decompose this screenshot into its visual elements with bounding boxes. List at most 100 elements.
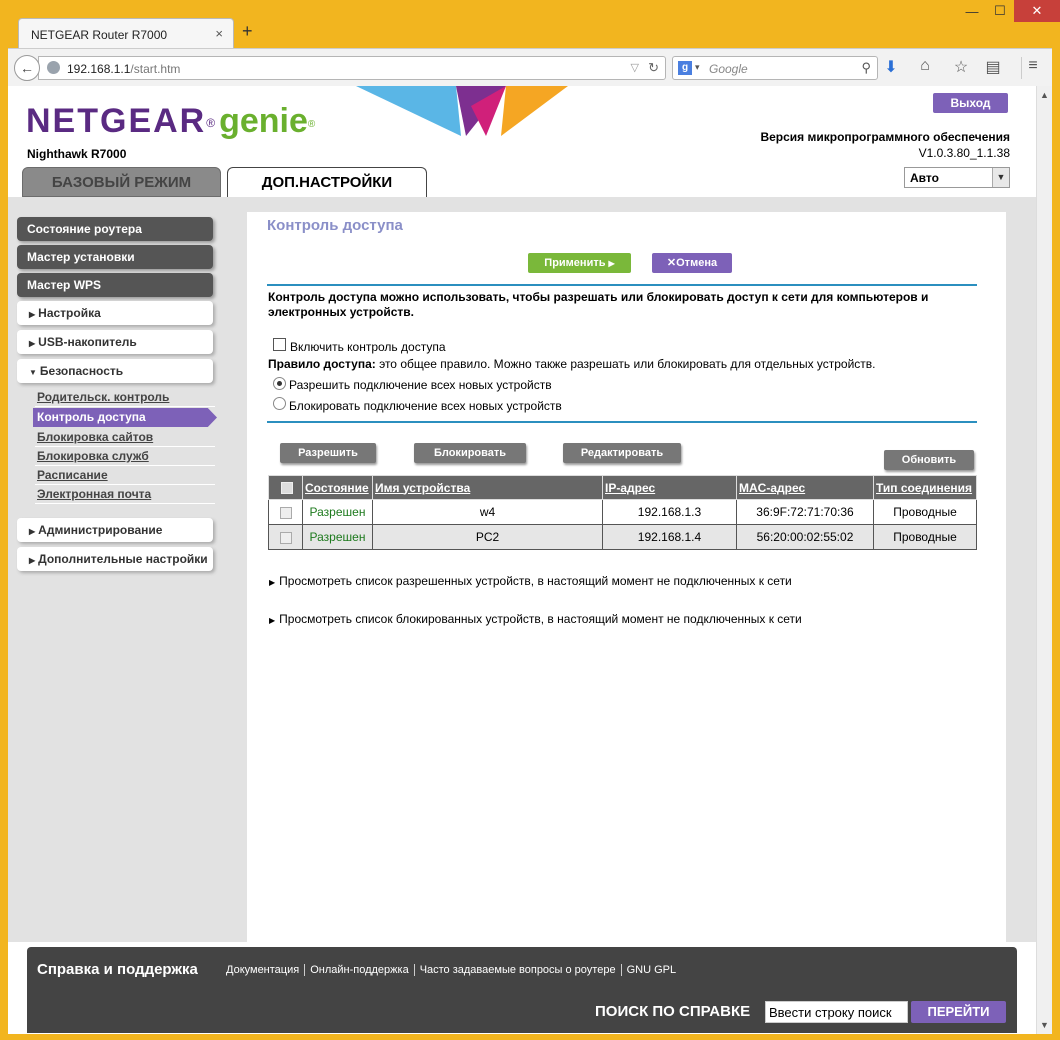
vertical-scrollbar[interactable]: ▲ ▼ xyxy=(1036,86,1052,1034)
access-rule-description: это общее правило. Можно также разрешать… xyxy=(375,357,876,371)
cell-status: Разрешен xyxy=(302,499,373,525)
bookmark-star-icon[interactable]: ☆ xyxy=(950,57,972,79)
reload-icon[interactable]: ↻ xyxy=(648,60,659,76)
close-icon: ✕ xyxy=(666,257,677,269)
table-header-row: Состояние Имя устройства IP-адрес MAC-ад… xyxy=(268,475,977,500)
apply-button[interactable]: Применить ▶ xyxy=(528,253,631,273)
language-select[interactable]: Авто ▼ xyxy=(904,167,1010,188)
footer-links: Документация Онлайн-поддержка Часто зада… xyxy=(221,964,681,976)
blocked-offline-devices-link[interactable]: ▶ Просмотреть список блокированных устрой… xyxy=(269,612,802,626)
sidebar-item-setup[interactable]: ▶ Настройка xyxy=(17,301,213,325)
logo-registered-mark: ® xyxy=(206,116,216,130)
row-checkbox-cell xyxy=(268,499,303,525)
sidebar-item-security[interactable]: ▼ Безопасность xyxy=(17,359,213,383)
sidebar-item-wps-wizard[interactable]: Мастер WPS xyxy=(17,273,213,297)
sidebar-subitem-block-sites[interactable]: Блокировка сайтов xyxy=(35,428,215,447)
cell-connection-type: Проводные xyxy=(873,524,977,550)
browser-tab[interactable]: NETGEAR Router R7000 × xyxy=(18,18,234,48)
tab-basic-mode[interactable]: БАЗОВЫЙ РЕЖИМ xyxy=(22,167,221,197)
row-checkbox[interactable] xyxy=(279,506,292,519)
magnifier-icon[interactable]: ⚲ xyxy=(861,60,871,76)
url-history-dropdown-icon[interactable]: ▽ xyxy=(631,61,639,74)
allowed-offline-devices-link[interactable]: ▶ Просмотреть список разрешенных устройст… xyxy=(269,574,792,588)
edit-button[interactable]: Редактировать xyxy=(563,443,681,463)
url-bar[interactable]: 192.168.1.1/start.htm ▽ ↻ xyxy=(38,56,666,80)
page-viewport: NETGEAR® genie® Nighthawk R7000 Выход Вер… xyxy=(8,86,1036,1034)
download-icon[interactable]: ⬇ xyxy=(880,57,902,79)
language-value: Авто xyxy=(910,171,939,185)
sidebar-subitem-schedule[interactable]: Расписание xyxy=(35,466,215,485)
footer-link-online-support[interactable]: Онлайн-поддержка xyxy=(305,964,415,976)
chevron-right-icon: ▶ xyxy=(269,578,276,587)
footer-link-documentation[interactable]: Документация xyxy=(221,964,306,976)
cell-device-name: w4 xyxy=(372,499,603,525)
footer-link-gpl[interactable]: GNU GPL xyxy=(622,964,682,976)
back-button[interactable]: ← xyxy=(14,55,40,81)
search-bar[interactable]: g ▾ Google ⚲ xyxy=(672,56,878,80)
sidebar-item-usb[interactable]: ▶ USB-накопитель xyxy=(17,330,213,354)
chevron-down-icon: ▼ xyxy=(29,368,37,377)
play-icon: ▶ xyxy=(608,259,615,268)
column-header-ip[interactable]: IP-адрес xyxy=(602,475,737,500)
block-button[interactable]: Блокировать xyxy=(414,443,526,463)
engine-dropdown-icon[interactable]: ▾ xyxy=(695,62,700,73)
blocked-offline-devices-label: Просмотреть список блокированных устройс… xyxy=(279,612,802,626)
cell-ip: 192.168.1.3 xyxy=(602,499,737,525)
scroll-down-icon[interactable]: ▼ xyxy=(1040,1020,1049,1030)
sidebar-subitem-access-control[interactable]: Контроль доступа xyxy=(33,408,217,427)
allow-new-devices-label: Разрешить подключение всех новых устройс… xyxy=(289,378,552,392)
row-checkbox[interactable] xyxy=(279,531,292,544)
refresh-button[interactable]: Обновить xyxy=(884,450,974,470)
allow-new-devices-radio[interactable] xyxy=(273,377,286,390)
column-header-device-name[interactable]: Имя устройства xyxy=(372,475,603,500)
cancel-button[interactable]: ✕Отмена xyxy=(652,253,732,273)
column-header-mac[interactable]: MAC-адрес xyxy=(736,475,874,500)
netgear-genie-logo: NETGEAR® genie® xyxy=(26,102,315,141)
logo-genie-mark: ® xyxy=(307,119,316,130)
new-tab-button[interactable]: + xyxy=(242,21,253,42)
google-icon[interactable]: g xyxy=(678,61,692,75)
chevron-down-icon: ▼ xyxy=(992,168,1009,187)
block-new-devices-radio[interactable] xyxy=(273,397,286,410)
browser-window: — ☐ ✕ NETGEAR Router R7000 × + 192.168.1… xyxy=(0,0,1060,1040)
column-header-status[interactable]: Состояние xyxy=(302,475,373,500)
home-icon[interactable]: ⌂ xyxy=(914,57,936,79)
help-search-input[interactable] xyxy=(765,1001,908,1023)
firmware-label: Версия микропрограммного обеспечения xyxy=(760,130,1010,144)
help-search-go-button[interactable]: ПЕРЕЙТИ xyxy=(911,1001,1006,1023)
decorative-triangles xyxy=(356,86,568,136)
select-all-checkbox[interactable] xyxy=(280,482,293,495)
menu-icon[interactable]: ≡ xyxy=(1022,57,1044,79)
chevron-right-icon: ▶ xyxy=(29,556,36,565)
allow-button[interactable]: Разрешить xyxy=(280,443,376,463)
sidebar-item-advanced-setup[interactable]: ▶ Дополнительные настройки xyxy=(17,547,213,571)
sidebar-item-setup-wizard[interactable]: Мастер установки xyxy=(17,245,213,269)
bookmarks-list-icon[interactable]: ▤ xyxy=(982,57,1004,79)
globe-icon xyxy=(47,61,60,74)
sidebar-item-router-status[interactable]: Состояние роутера xyxy=(17,217,213,241)
table-row: Разрешен w4 192.168.1.3 36:9F:72:71:70:3… xyxy=(268,499,977,525)
block-new-devices-label: Блокировать подключение всех новых устро… xyxy=(289,399,562,413)
cell-mac: 36:9F:72:71:70:36 xyxy=(736,499,874,525)
sidebar-item-label: USB-накопитель xyxy=(38,335,137,349)
column-header-connection-type[interactable]: Тип соединения xyxy=(873,475,977,500)
chevron-right-icon: ▶ xyxy=(29,527,36,536)
scroll-up-icon[interactable]: ▲ xyxy=(1040,90,1049,100)
logout-button[interactable]: Выход xyxy=(933,93,1008,113)
sidebar-item-label: Администрирование xyxy=(38,523,163,537)
sidebar-subitem-parental-control[interactable]: Родительск. контроль xyxy=(35,388,215,407)
sidebar-subitem-email[interactable]: Электронная почта xyxy=(35,485,215,504)
sidebar-item-label: Безопасность xyxy=(39,364,124,378)
footer-link-faq[interactable]: Часто задаваемые вопросы о роутере xyxy=(415,964,622,976)
enable-access-control-checkbox[interactable] xyxy=(273,338,286,351)
url-text: 192.168.1.1/start.htm xyxy=(67,62,181,76)
cancel-label: Отмена xyxy=(676,257,718,269)
logo-netgear-text: NETGEAR xyxy=(26,102,207,140)
sidebar-subitem-block-services[interactable]: Блокировка служб xyxy=(35,447,215,466)
nav-bar: 192.168.1.1/start.htm ▽ ↻ ← g ▾ Google ⚲… xyxy=(8,48,1052,86)
tab-advanced-settings[interactable]: ДОП.НАСТРОЙКИ xyxy=(227,167,427,197)
chevron-right-icon: ▶ xyxy=(29,339,36,348)
sidebar-item-administration[interactable]: ▶ Администрирование xyxy=(17,518,213,542)
tab-close-icon[interactable]: × xyxy=(215,26,223,41)
cell-mac: 56:20:00:02:55:02 xyxy=(736,524,874,550)
